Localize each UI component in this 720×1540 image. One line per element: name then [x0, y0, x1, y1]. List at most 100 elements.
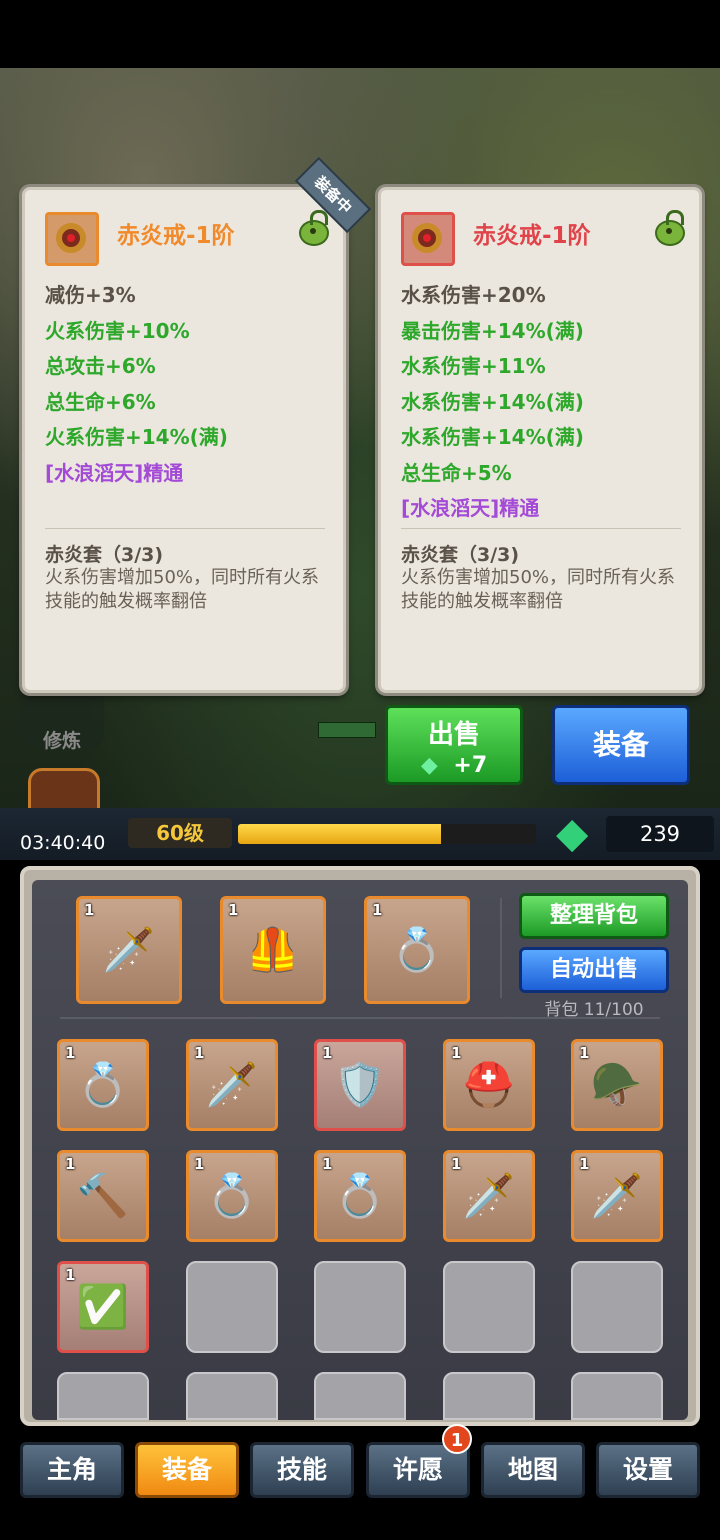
xp-bar-fill [238, 824, 441, 844]
new-item-card: 赤炎戒-1阶 水系伤害+20% 暴击伤害+14%(满) 水系伤害+11% 水系伤害+1… [378, 187, 702, 693]
item-count: 1 [372, 901, 383, 919]
inventory-slot[interactable]: 1 ✅ [57, 1261, 149, 1353]
equip-button[interactable]: 装备 [552, 705, 690, 785]
auto-sell-button[interactable]: 自动出售 [519, 947, 669, 993]
empty-slot[interactable] [314, 1261, 406, 1353]
empty-slot[interactable] [314, 1372, 406, 1420]
ice-sword-icon: 🗡️ [462, 1171, 516, 1220]
tab-5[interactable]: 设置 [596, 1442, 700, 1498]
tab-0[interactable]: 主角 [20, 1442, 124, 1498]
stat-line: 总攻击+6% [45, 354, 156, 378]
fire-ring-icon: 💍 [390, 925, 444, 974]
ice-sword-icon: 🗡️ [205, 1060, 259, 1109]
jade-armor-icon: 🛡️ [333, 1060, 387, 1109]
empty-slot[interactable] [443, 1261, 535, 1353]
bag-capacity: 背包 11/100 [544, 1000, 644, 1020]
character-hp-bar [318, 722, 376, 738]
item-count: 1 [579, 1155, 590, 1173]
stat-line: 总生命+5% [401, 460, 512, 485]
stat-line: 水系伤害+20% [401, 283, 546, 307]
stat-line: 水系伤害+11% [401, 354, 546, 378]
inventory-slot[interactable]: 1 🗡️ [443, 1150, 535, 1242]
set-title: 赤炎套（3/3) [45, 544, 164, 566]
tab-label: 许愿 [392, 1455, 443, 1484]
inventory-slot[interactable]: 1 🪖 [571, 1039, 663, 1131]
tab-label: 技能 [276, 1455, 327, 1484]
unlock-icon[interactable] [299, 210, 329, 246]
notification-badge: 1 [442, 1424, 472, 1454]
flame-armor-icon: 🦺 [246, 925, 300, 974]
stat-line: 减伤+3% [45, 283, 136, 307]
stat-line: 水系伤害+14%(满) [401, 389, 584, 414]
spiked-mace-icon: 🔨 [76, 1171, 130, 1220]
stat-line: 水系伤害+14%(满) [401, 425, 584, 449]
flame-sword-icon: 🗡️ [590, 1171, 644, 1220]
item-count: 1 [322, 1044, 333, 1062]
level-badge: 60级 [128, 818, 232, 848]
inventory-slot[interactable]: 1 🗡️ [571, 1150, 663, 1242]
empty-slot[interactable] [186, 1261, 278, 1353]
empty-slot[interactable] [571, 1372, 663, 1420]
sell-label: 出售 [427, 720, 480, 750]
equipped-item-card: 赤炎戒-1阶 减伤+3% 火系伤害+10% 总攻击+6% 总生命+6% 火系伤害+14%… [22, 187, 346, 693]
sell-reward: +7 [453, 753, 488, 778]
item-count: 1 [451, 1155, 462, 1173]
gem-icon: ◆ [556, 808, 589, 857]
gold-helmet-icon: ⛑️ [462, 1060, 516, 1109]
empty-slot[interactable] [57, 1372, 149, 1420]
empty-slot[interactable] [443, 1372, 535, 1420]
divider [401, 528, 681, 529]
tab-label: 装备 [161, 1455, 212, 1484]
set-title: 赤炎套（3/3) [401, 544, 520, 566]
flame-sword-icon: 🗡️ [102, 925, 156, 974]
stat-line: 暴击伤害+14%(满) [401, 318, 584, 343]
dark-helmet-icon: 🪖 [590, 1060, 644, 1109]
item-count: 1 [84, 901, 95, 919]
equipped-slot[interactable]: 1 🦺 [220, 896, 326, 1004]
emerald-ring-icon: 💍 [333, 1171, 387, 1220]
inventory-slot[interactable]: 1 🛡️ [314, 1039, 406, 1131]
divider [45, 528, 325, 529]
empty-slot[interactable] [571, 1261, 663, 1353]
item-name: 赤炎戒-1阶 [473, 223, 591, 249]
item-count: 1 [65, 1266, 76, 1284]
silver-ring-icon: 💍 [205, 1171, 259, 1220]
set-description: 火系伤害增加50%，同时所有火系技能的触发概率翻倍 [401, 567, 676, 612]
item-count: 1 [579, 1044, 590, 1062]
train-button[interactable]: 修炼 [20, 688, 104, 752]
sell-button[interactable]: 出售 ◆ +7 [385, 705, 523, 785]
level-label: 60级 [156, 821, 204, 845]
empty-slot[interactable] [186, 1372, 278, 1420]
inventory-slot[interactable]: 1 💍 [314, 1150, 406, 1242]
stat-line: 总生命+6% [45, 389, 156, 414]
inventory-slot[interactable]: 1 🗡️ [186, 1039, 278, 1131]
equipped-divider [500, 898, 502, 998]
fire-ring-icon: 💍 [76, 1060, 130, 1109]
unlock-icon[interactable] [655, 210, 685, 246]
stat-line: 火系伤害+10% [45, 318, 190, 343]
item-icon-frame [45, 212, 99, 266]
item-count: 1 [65, 1155, 76, 1173]
status-bar [0, 0, 720, 68]
item-count: 1 [65, 1044, 76, 1062]
fire-ring-icon [412, 223, 442, 253]
sort-bag-button[interactable]: 整理背包 [519, 893, 669, 939]
inventory-slot[interactable]: 1 💍 [186, 1150, 278, 1242]
gem-count: 239 [606, 816, 714, 852]
tab-4[interactable]: 地图 [481, 1442, 585, 1498]
train-label: 修炼 [42, 730, 81, 752]
inventory-slot[interactable]: 1 💍 [57, 1039, 149, 1131]
item-count: 1 [194, 1044, 205, 1062]
stat-line: 火系伤害+14%(满) [45, 425, 228, 449]
fire-ring-icon [56, 223, 86, 253]
item-count: 1 [451, 1044, 462, 1062]
equipped-slot[interactable]: 1 💍 [364, 896, 470, 1004]
set-description: 火系伤害增加50%，同时所有火系技能的触发概率翻倍 [45, 567, 320, 612]
tab-2[interactable]: 技能 [250, 1442, 354, 1498]
inventory-slot[interactable]: 1 ⛑️ [443, 1039, 535, 1131]
inventory-slot[interactable]: 1 🔨 [57, 1150, 149, 1242]
equipped-slot[interactable]: 1 🗡️ [76, 896, 182, 1004]
item-icon-frame [401, 212, 455, 266]
stat-line: [水浪滔天]精通 [401, 496, 540, 520]
tab-1[interactable]: 装备 [135, 1442, 239, 1498]
